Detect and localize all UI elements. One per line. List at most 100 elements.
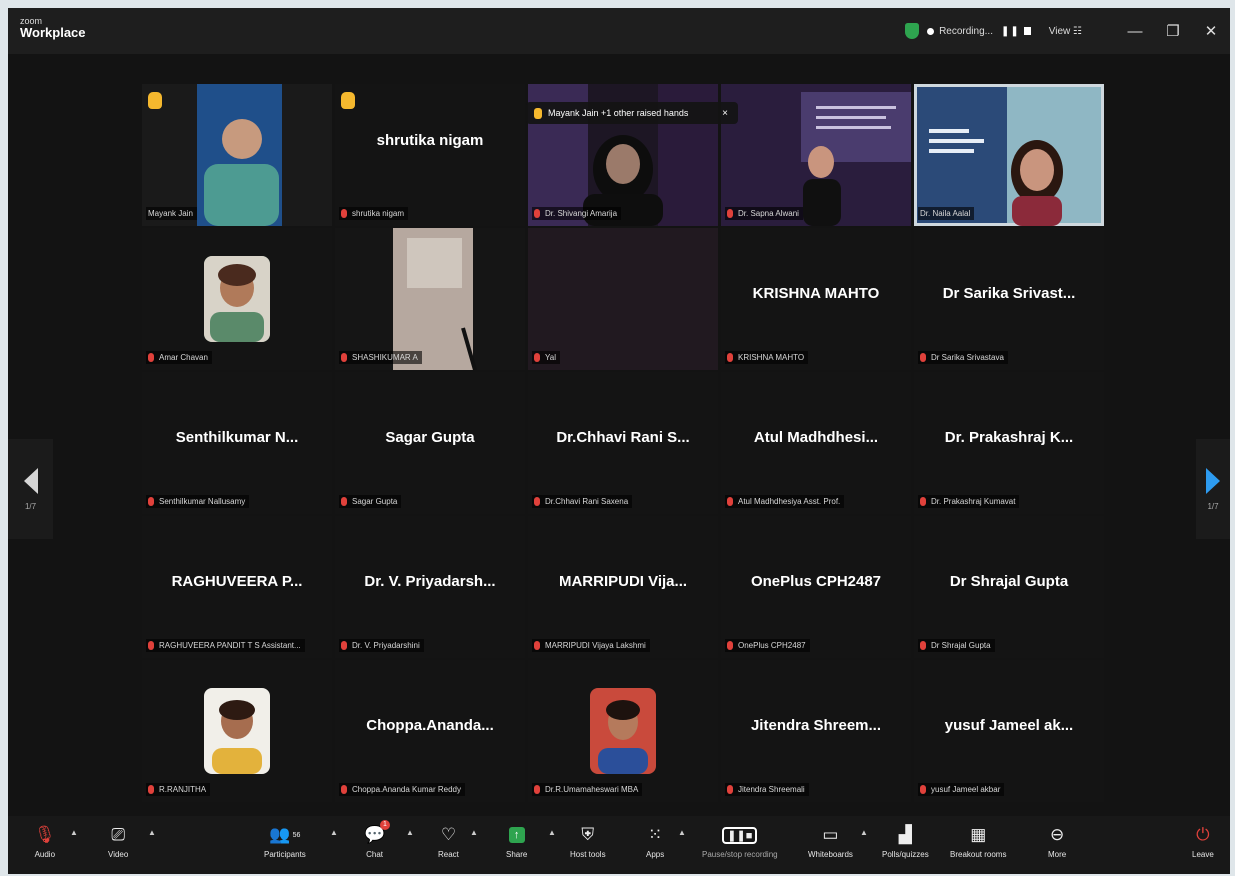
participant-name: Dr. V. Priyadarshini [352,641,420,650]
name-plate: MARRIPUDI Vijaya Lakshmi [532,639,650,652]
participant-tile-active-speaker[interactable]: Dr. Naila Aalal [914,84,1104,226]
participant-tile[interactable]: Choppa.Ananda... Choppa.Ananda Kumar Red… [335,660,525,802]
participant-tile[interactable]: R.RANJITHA [142,660,332,802]
chevron-up-icon[interactable]: ▲ [860,828,868,837]
participant-name: Dr.R.Umamaheswari MBA [545,785,639,794]
participant-display-name: RAGHUVEERA P... [171,573,303,590]
chevron-up-icon[interactable]: ▲ [406,828,414,837]
participant-tile[interactable]: Dr Shrajal Gupta Dr Shrajal Gupta [914,516,1104,658]
name-plate: R.RANJITHA [146,783,211,796]
participant-video [914,84,1104,226]
restore-icon[interactable]: ❐ [1154,22,1192,40]
chevron-up-icon[interactable]: ▲ [70,828,78,837]
whiteboards-button[interactable]: ▭ Whiteboards [808,822,853,859]
stop-recording-icon[interactable] [1023,27,1031,35]
chevron-up-icon[interactable]: ▲ [548,828,556,837]
participant-tile[interactable]: Amar Chavan [142,228,332,370]
participant-name: Dr. Prakashraj Kumavat [931,497,1016,506]
mic-muted-icon [727,641,733,650]
participant-name: Dr. Sapna Alwani [738,209,799,218]
participant-tile[interactable]: MARRIPUDI Vija... MARRIPUDI Vijaya Laksh… [528,516,718,658]
view-button[interactable]: View ☷ [1049,26,1082,37]
pause-recording-icon[interactable]: ❚❚ [1001,26,1020,37]
chevron-up-icon[interactable]: ▲ [678,828,686,837]
participant-display-name: Jitendra Shreem... [750,717,882,734]
mic-muted-icon [148,641,154,650]
participant-name: Dr Shrajal Gupta [931,641,991,650]
polls-quizzes-button[interactable]: ▟ Polls/quizzes [882,822,929,859]
name-plate: SHASHIKUMAR A [339,351,422,364]
participant-name: Mayank Jain [148,209,193,218]
participant-tile[interactable]: Dr. V. Priyadarsh... Dr. V. Priyadarshin… [335,516,525,658]
participant-tile[interactable]: Dr.R.Umamaheswari MBA [528,660,718,802]
host-tools-button[interactable]: ⛨ Host tools [570,822,606,859]
audio-button[interactable]: 🎙 Audio [34,822,56,859]
participant-display-name: yusuf Jameel ak... [944,717,1074,734]
participant-tile[interactable]: Atul Madhdhesi... Atul Madhdhesiya Asst.… [721,372,911,514]
participant-tile[interactable]: Mayank Jain [142,84,332,226]
leave-button[interactable]: ⏻ Leave [1192,822,1214,859]
meeting-toolbar: 🎙 Audio ▲ ⎚ Video ▲ 👥 56 Participants ▲ 💬… [8,816,1230,874]
mic-muted-icon [534,641,540,650]
participant-tile[interactable]: Senthilkumar N... Senthilkumar Nallusamy [142,372,332,514]
gallery-view: Mayank Jain shrutika nigam shrutika niga… [8,54,1230,816]
participant-display-name: Choppa.Ananda... [366,717,494,734]
participant-display-name: OnePlus CPH2487 [750,573,882,590]
participants-count: 56 [292,831,301,839]
recording-status: Recording... [939,25,993,37]
participant-tile[interactable]: Jitendra Shreem... Jitendra Shreemali [721,660,911,802]
name-plate: Dr. Sapna Alwani [725,207,803,220]
participant-tile[interactable]: OnePlus CPH2487 OnePlus CPH2487 [721,516,911,658]
share-label: Share [506,850,528,859]
pause-stop-recording-button[interactable]: ❚❚■ Pause/stop recording [702,822,778,859]
participant-tile[interactable]: Dr. Sapna Alwani [721,84,911,226]
participant-tile[interactable]: RAGHUVEERA P... RAGHUVEERA PANDIT T S As… [142,516,332,658]
participant-name: Sagar Gupta [352,497,398,506]
participants-button[interactable]: 👥 56 Participants [264,822,306,859]
chevron-up-icon[interactable]: ▲ [330,828,338,837]
participant-tile[interactable]: Sagar Gupta Sagar Gupta [335,372,525,514]
chat-button[interactable]: 💬 1 Chat [364,820,390,859]
page-indicator: 1/7 [1207,501,1219,511]
participant-name: MARRIPUDI Vijaya Lakshmi [545,641,646,650]
more-button[interactable]: ⊖ More [1048,822,1066,859]
participant-name: KRISHNA MAHTO [738,353,805,362]
participant-tile[interactable]: SHASHIKUMAR A [335,228,525,370]
participant-tile[interactable]: Dr. Prakashraj K... Dr. Prakashraj Kumav… [914,372,1104,514]
title-bar-controls: Recording... ❚❚ View ☷ — ❐ ✕ [905,8,1230,54]
apps-button[interactable]: ⁙ Apps [646,822,664,859]
chevron-up-icon[interactable]: ▲ [470,828,478,837]
heart-icon: ♡ [440,825,457,844]
participant-tile[interactable]: Dr.Chhavi Rani S... Dr.Chhavi Rani Saxen… [528,372,718,514]
minimize-icon[interactable]: — [1116,23,1154,40]
breakout-rooms-icon: ▦ [970,825,987,844]
participant-tile[interactable]: Yal [528,228,718,370]
grid-icon: ☷ [1073,25,1082,37]
close-notification-icon[interactable]: × [722,108,728,119]
video-button[interactable]: ⎚ Video [108,822,128,859]
name-plate: Dr. V. Priyadarshini [339,639,424,652]
participant-tile[interactable]: KRISHNA MAHTO KRISHNA MAHTO [721,228,911,370]
participant-display-name: Dr Shrajal Gupta [949,573,1069,590]
name-plate: KRISHNA MAHTO [725,351,809,364]
previous-page-button[interactable]: 1/7 [8,439,53,539]
bar-chart-icon: ▟ [898,825,912,844]
next-page-button[interactable]: 1/7 [1196,439,1230,539]
zoom-window: zoom Workplace Recording... ❚❚ View ☷ — … [8,8,1230,874]
close-icon[interactable]: ✕ [1192,22,1230,40]
participant-name: Atul Madhdhesiya Asst. Prof. [738,497,841,506]
share-button[interactable]: ↑ Share [506,822,527,859]
breakout-rooms-button[interactable]: ▦ Breakout rooms [950,822,1006,859]
mic-muted-icon [534,497,540,506]
raised-hands-notification[interactable]: Mayank Jain +1 other raised hands × [526,102,738,124]
participant-tile[interactable]: Dr Sarika Srivast... Dr Sarika Srivastav… [914,228,1104,370]
participant-tile[interactable]: yusuf Jameel ak... yusuf Jameel akbar [914,660,1104,802]
mic-muted-icon [341,641,347,650]
chevron-up-icon[interactable]: ▲ [148,828,156,837]
react-button[interactable]: ♡ React [438,822,459,859]
participant-tile[interactable]: shrutika nigam shrutika nigam [335,84,525,226]
security-shield-icon[interactable] [905,23,920,39]
participant-display-name: Dr.Chhavi Rani S... [556,429,690,446]
mic-muted-icon [341,353,347,362]
participants-icon: 👥 56 [269,825,301,844]
